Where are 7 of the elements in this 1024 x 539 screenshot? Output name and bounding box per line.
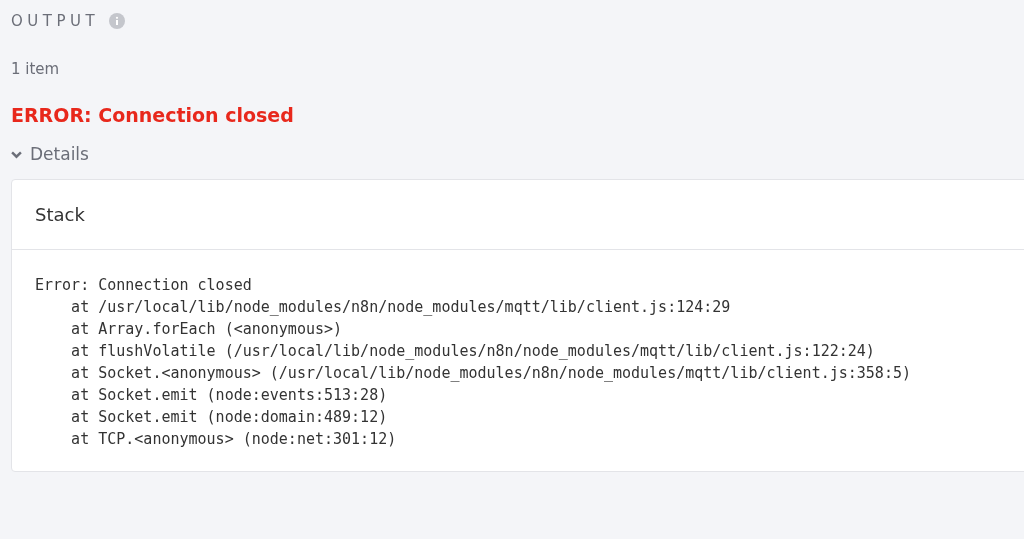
details-toggle[interactable]: Details — [11, 141, 89, 167]
section-title: OUTPUT — [11, 10, 100, 32]
card-title: Stack — [35, 203, 85, 227]
item-count: 1 item — [11, 60, 60, 78]
info-icon — [109, 13, 126, 29]
stack-trace: Error: Connection closed at /usr/local/lib/node_modules/n8n/node_modules/mqtt/lib/client.js:124:29 at Array.forEach (<anonymous>) at flushVolatile (/usr/local/lib/node_modules/n8n/node_modules/mqtt/lib/client.js:122:24) at Socket.<anonymous> (/usr/local/lib/node_modules/n8n/node_modules/mqtt/lib/client.js:358:5) at Socket.emit (node:events:513:28) at Socket.emit (node:domain:489:12) at TCP.<anonymous> (node:net:301:12) — [34, 275, 912, 450]
error-message: ERROR: Connection closed — [11, 104, 294, 126]
